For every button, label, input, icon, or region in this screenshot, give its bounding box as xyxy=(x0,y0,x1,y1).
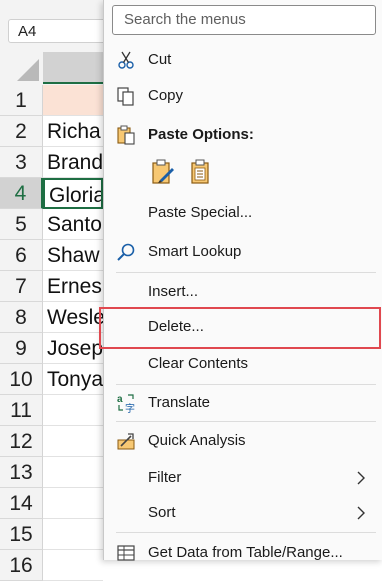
paste-values-icon[interactable] xyxy=(188,158,214,186)
table-icon xyxy=(116,543,136,563)
paste-options-group xyxy=(148,158,268,190)
select-all-button[interactable] xyxy=(0,52,43,85)
chevron-right-icon xyxy=(353,470,369,486)
column-header-a[interactable] xyxy=(43,52,103,84)
menu-item-clear-contents[interactable]: Clear Contents xyxy=(104,347,382,381)
menu-item-label: Sort xyxy=(148,504,176,521)
menu-item-label: Cut xyxy=(148,51,172,68)
scissors-icon xyxy=(116,50,136,70)
row-header[interactable]: 7 xyxy=(0,271,43,302)
paste-options-header: Paste Options: xyxy=(104,118,382,152)
menu-separator xyxy=(116,272,376,273)
copy-icon xyxy=(116,86,136,106)
menu-item-label: Get Data from Table/Range... xyxy=(148,544,343,561)
row-header[interactable]: 4 xyxy=(0,178,43,209)
menu-item-sort[interactable]: Sort xyxy=(104,496,382,530)
menu-item-label: Translate xyxy=(148,394,210,411)
menu-item-insert[interactable]: Insert... xyxy=(104,275,382,309)
svg-text:字: 字 xyxy=(125,402,135,413)
row-header[interactable]: 13 xyxy=(0,457,43,488)
menu-item-translate[interactable]: a字 Translate xyxy=(104,386,382,420)
row-header[interactable]: 11 xyxy=(0,395,43,426)
menu-item-label: Quick Analysis xyxy=(148,432,246,449)
menu-item-copy[interactable]: Copy xyxy=(104,79,382,113)
menu-item-label: Clear Contents xyxy=(148,355,249,372)
svg-text:a: a xyxy=(117,394,123,405)
cell-a5[interactable]: Santo xyxy=(43,209,103,240)
menu-item-smart-lookup[interactable]: Smart Lookup xyxy=(104,235,382,269)
row-header[interactable]: 2 xyxy=(0,116,43,147)
search-menus-input[interactable]: Search the menus xyxy=(112,5,376,35)
row-header[interactable]: 1 xyxy=(0,85,43,116)
menu-item-cut[interactable]: Cut xyxy=(104,43,382,77)
menu-separator xyxy=(116,384,376,385)
row-header[interactable]: 15 xyxy=(0,519,43,550)
cell-a3[interactable]: Brand xyxy=(43,147,103,178)
cell-a14[interactable] xyxy=(43,488,103,519)
cell-a10[interactable]: Tonya xyxy=(43,364,103,395)
cell-a9[interactable]: Josep xyxy=(43,333,103,364)
cell-a12[interactable] xyxy=(43,426,103,457)
row-header[interactable]: 3 xyxy=(0,147,43,178)
menu-item-label: Filter xyxy=(148,469,182,486)
row-header[interactable]: 10 xyxy=(0,364,43,395)
row-header[interactable]: 6 xyxy=(0,240,43,271)
translate-icon: a字 xyxy=(116,393,136,415)
cell-a4[interactable]: Gloria xyxy=(43,178,103,209)
menu-item-label: Paste Options: xyxy=(148,126,254,143)
delete-highlight-box xyxy=(99,307,381,349)
menu-item-filter[interactable]: Filter xyxy=(104,461,382,495)
context-menu: Search the menus Cut Copy Paste Options:… xyxy=(103,0,382,561)
row-header[interactable]: 8 xyxy=(0,302,43,333)
chevron-right-icon xyxy=(353,505,369,521)
cell-a2[interactable]: Richa xyxy=(43,116,103,147)
row-header[interactable]: 5 xyxy=(0,209,43,240)
row-header[interactable]: 14 xyxy=(0,488,43,519)
menu-item-label: Insert... xyxy=(148,283,199,300)
menu-item-label: Smart Lookup xyxy=(148,243,242,260)
cell-a11[interactable] xyxy=(43,395,103,426)
cell-a8[interactable]: Wesle xyxy=(43,302,103,333)
cell-a16[interactable] xyxy=(43,550,103,581)
cell-a6[interactable]: Shaw xyxy=(43,240,103,271)
paste-icon xyxy=(116,125,136,145)
row-header[interactable]: 12 xyxy=(0,426,43,457)
cell-a13[interactable] xyxy=(43,457,103,488)
quick-analysis-icon xyxy=(116,431,136,451)
row-header[interactable]: 16 xyxy=(0,550,43,581)
cell-a15[interactable] xyxy=(43,519,103,550)
menu-item-paste-special[interactable]: Paste Special... xyxy=(104,196,382,230)
menu-item-label: Paste Special... xyxy=(148,204,253,221)
cell-a7[interactable]: Ernes xyxy=(43,271,103,302)
cell-a1[interactable] xyxy=(43,85,103,116)
menu-item-label: Copy xyxy=(148,87,184,104)
menu-item-get-data[interactable]: Get Data from Table/Range... xyxy=(104,536,382,570)
row-header[interactable]: 9 xyxy=(0,333,43,364)
menu-item-quick-analysis[interactable]: Quick Analysis xyxy=(104,424,382,458)
menu-separator xyxy=(116,532,376,533)
smart-lookup-icon xyxy=(116,242,136,262)
paste-keep-formatting-icon[interactable] xyxy=(150,158,176,186)
menu-separator xyxy=(116,421,376,422)
